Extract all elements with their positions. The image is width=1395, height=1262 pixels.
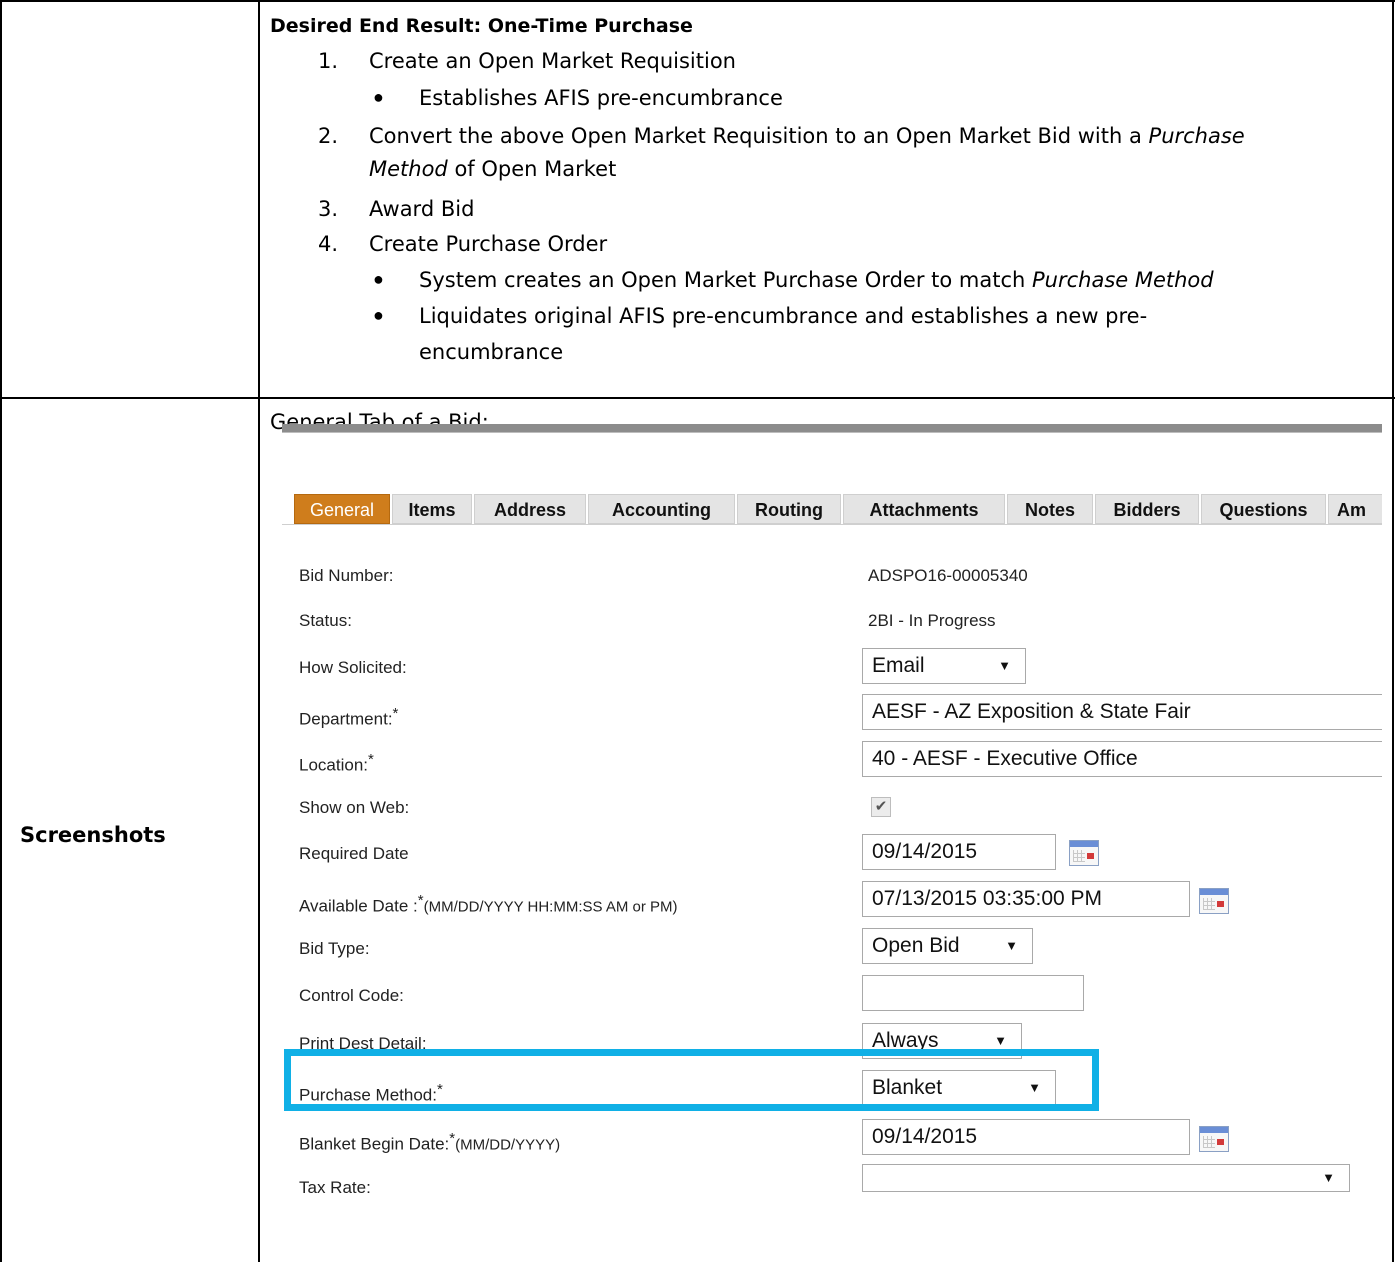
tab-amendments[interactable]: Am	[1328, 494, 1382, 524]
tab-attachments[interactable]: Attachments	[843, 494, 1005, 524]
control-code-field[interactable]	[862, 975, 1084, 1011]
bid-type-value: Open Bid	[872, 934, 960, 957]
step-1-bullet-text: Establishes AFIS pre-encumbrance	[419, 86, 783, 110]
tabs-underline	[282, 524, 1382, 525]
blanket-begin-date-label-text: Blanket Begin Date:	[299, 1134, 450, 1154]
step-2-text-line2: Method of Open Market	[369, 155, 616, 183]
chevron-down-icon: ▼	[998, 658, 1011, 673]
tax-rate-label: Tax Rate:	[299, 1178, 371, 1197]
screenshot-top-line	[282, 432, 1382, 433]
screenshot-top-bar	[282, 424, 1382, 432]
step-2-italic-b: Method	[369, 157, 448, 181]
required-asterisk: *	[392, 705, 399, 722]
department-label-text: Department:	[299, 709, 393, 729]
step-2-number: 2.	[318, 124, 339, 148]
step-2-text-line1: Convert the above Open Market Requisitio…	[369, 122, 1245, 150]
status-value: 2BI - In Progress	[868, 611, 996, 630]
location-label: Location:*	[299, 751, 374, 776]
step-4-bullet-2-line2: encumbrance	[419, 340, 564, 364]
step-1-text: Create an Open Market Requisition	[369, 49, 736, 73]
tax-rate-select[interactable]: ▼	[862, 1164, 1350, 1192]
bullet-icon: ●	[373, 269, 384, 289]
table-row-divider	[0, 397, 1395, 399]
step-4-bullet-1: System creates an Open Market Purchase O…	[419, 266, 1214, 294]
step-2-italic-a: Purchase	[1148, 124, 1245, 148]
table-border-left	[0, 0, 2, 1262]
document-table: Desired End Result: One-Time Purchase 1.…	[0, 0, 1395, 1262]
required-date-label: Required Date	[299, 844, 409, 863]
bullet-icon: ●	[373, 87, 384, 107]
required-date-field[interactable]: 09/14/2015	[862, 834, 1056, 870]
tab-accounting[interactable]: Accounting	[588, 494, 735, 524]
location-label-text: Location:	[299, 755, 368, 775]
how-solicited-value: Email	[872, 654, 925, 677]
tab-routing[interactable]: Routing	[737, 494, 841, 524]
required-asterisk: *	[368, 751, 374, 768]
bid-general-tab-screenshot: General Items Address Accounting Routing…	[282, 424, 1382, 1259]
step-4-text: Create Purchase Order	[369, 232, 608, 256]
step-4-bullet-1-text: System creates an Open Market Purchase O…	[419, 268, 1032, 292]
table-border-right	[1392, 0, 1394, 1262]
screenshots-label: Screenshots	[20, 823, 166, 847]
tab-questions[interactable]: Questions	[1201, 494, 1326, 524]
blanket-begin-date-field[interactable]: 09/14/2015	[862, 1119, 1190, 1155]
step-4-bullet-1-italic: Purchase Method	[1031, 268, 1214, 292]
control-code-label: Control Code:	[299, 986, 404, 1005]
chevron-down-icon: ▼	[1005, 938, 1018, 953]
department-label: Department:*	[299, 705, 398, 730]
step-3-text: Award Bid	[369, 197, 475, 221]
blanket-begin-date-label: Blanket Begin Date:*(MM/DD/YYYY)	[299, 1130, 560, 1155]
table-column-divider	[258, 0, 260, 1262]
tab-general[interactable]: General	[294, 494, 390, 524]
calendar-icon[interactable]	[1069, 840, 1099, 866]
status-label: Status:	[299, 611, 352, 630]
bid-number-value: ADSPO16-00005340	[868, 566, 1028, 585]
desired-end-result-heading: Desired End Result: One-Time Purchase	[270, 15, 693, 37]
bid-type-label: Bid Type:	[299, 939, 370, 958]
department-field[interactable]: AESF - AZ Exposition & State Fair	[862, 694, 1382, 730]
location-field[interactable]: 40 - AESF - Executive Office	[862, 741, 1382, 777]
show-on-web-checkbox[interactable]: ✔	[871, 797, 891, 817]
step-3-number: 3.	[318, 197, 339, 221]
tab-address[interactable]: Address	[474, 494, 586, 524]
calendar-icon[interactable]	[1199, 1126, 1229, 1152]
available-date-label-text: Available Date :	[299, 896, 418, 916]
available-date-hint: (MM/DD/YYYY HH:MM:SS AM or PM)	[423, 898, 678, 916]
show-on-web-label: Show on Web:	[299, 798, 410, 817]
step-1-number: 1.	[318, 49, 339, 73]
bid-number-label: Bid Number:	[299, 566, 394, 585]
bid-type-select[interactable]: Open Bid ▼	[862, 928, 1033, 964]
tab-bidders[interactable]: Bidders	[1095, 494, 1199, 524]
how-solicited-label: How Solicited:	[299, 658, 407, 677]
calendar-icon[interactable]	[1199, 888, 1229, 914]
step-4-bullet-2-line1: Liquidates original AFIS pre-encumbrance…	[419, 304, 1148, 328]
blanket-begin-date-hint: (MM/DD/YYYY)	[455, 1136, 561, 1154]
table-border-top	[0, 0, 1395, 2]
available-date-field[interactable]: 07/13/2015 03:35:00 PM	[862, 881, 1190, 917]
step-2-text-a: Convert the above Open Market Requisitio…	[369, 124, 1149, 148]
step-2-text-b: of Open Market	[447, 157, 617, 181]
bullet-icon: ●	[373, 305, 384, 325]
step-4-number: 4.	[318, 232, 339, 256]
chevron-down-icon: ▼	[1322, 1170, 1335, 1185]
tab-notes[interactable]: Notes	[1007, 494, 1093, 524]
how-solicited-select[interactable]: Email ▼	[862, 648, 1026, 684]
purchase-method-highlight	[284, 1049, 1099, 1111]
available-date-label: Available Date :*(MM/DD/YYYY HH:MM:SS AM…	[299, 892, 678, 917]
tab-items[interactable]: Items	[392, 494, 472, 524]
